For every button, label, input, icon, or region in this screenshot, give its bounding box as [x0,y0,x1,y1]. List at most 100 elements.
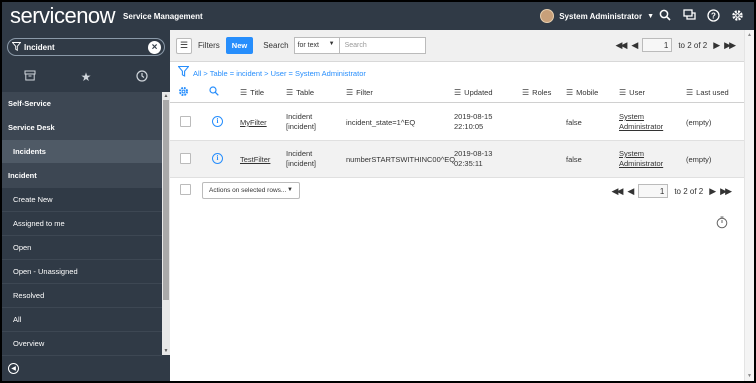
content-scrollbar[interactable]: ▲ ▼ [744,30,754,381]
last-used-cell: (empty) [686,155,712,164]
svg-text:?: ? [711,11,716,20]
application-navigator: × ★ Self-ServiceService DeskIncidentsInc… [2,30,170,381]
previous-page-icon[interactable]: ◀ [627,186,634,197]
help-icon[interactable]: ? [706,8,720,22]
updated-cell: 2019-08-15 22:10:05 [454,112,493,131]
all-apps-tab-icon[interactable] [24,70,36,84]
column-menu-icon[interactable]: ☰ [686,88,693,97]
gear-icon[interactable] [730,8,744,22]
column-header-updated[interactable]: ☰ Updated [454,88,493,97]
connect-chat-icon[interactable] [682,8,696,22]
scroll-up-icon[interactable]: ▲ [162,92,170,100]
navigator-filter: × [7,38,165,56]
top-header: servicenow Service Management System Adm… [2,2,754,30]
column-menu-icon[interactable]: ☰ [522,88,529,97]
scroll-down-icon[interactable]: ▼ [747,373,752,379]
servicenow-logo[interactable]: servicenow [10,5,116,27]
clear-filter-icon[interactable]: × [148,41,161,54]
filter-icon [11,41,24,53]
column-header-table[interactable]: ☰ Table [286,88,314,97]
history-tab-icon[interactable] [136,69,148,85]
servicenow-window: servicenow Service Management System Adm… [2,2,754,381]
column-menu-icon[interactable]: ☰ [454,88,461,97]
nav-item-incident[interactable]: Incident [2,164,162,188]
title-link[interactable]: TestFilter [240,155,270,165]
list-toolbar: ☰ Filters New Search for text ▼ Search ◀… [170,30,744,62]
user-menu[interactable]: System Administrator ▼ [540,9,654,23]
column-menu-icon[interactable]: ☰ [619,88,626,97]
table-row[interactable]: i TestFilter Incident [incident] numberSTART… [170,141,744,178]
navigator-scrollbar[interactable]: ▲ ▼ [162,92,170,355]
nav-item-open-unassigned[interactable]: Open - Unassigned [2,260,162,284]
list-menu-icon[interactable]: ☰ [176,37,192,54]
chevron-down-icon: ▼ [328,41,335,47]
next-page-icon[interactable]: ▶ [713,40,720,51]
list-content: ☰ Filters New Search for text ▼ Search ◀… [170,30,754,381]
mobile-cell: false [566,118,582,127]
search-input[interactable]: Search [339,37,426,54]
row-checkbox[interactable] [180,153,191,164]
navigator-list: Self-Service Service Desk Incidents Inciden… [2,92,162,356]
funnel-icon[interactable] [177,65,190,80]
breadcrumb-text[interactable]: All > Table = incident > User = System A… [193,69,366,78]
search-icon[interactable] [658,8,672,22]
new-button[interactable]: New [225,37,254,54]
column-header-filter[interactable]: ☰ Filter [346,88,373,97]
nav-item-self-service[interactable]: Self-Service [2,92,162,116]
page-input[interactable]: 1 [638,184,669,198]
nav-item-incidents[interactable]: Incidents [2,140,162,164]
top-pager: ◀◀ ◀ 1 to 2 of 2 ▶ ▶▶ [616,38,736,52]
column-menu-icon[interactable]: ☰ [566,88,573,97]
collapse-navigator-icon[interactable]: ◀ [8,363,19,374]
updated-cell: 2019-08-13 02:35:11 [454,149,493,168]
nav-item-service-desk[interactable]: Service Desk [2,116,162,140]
title-link[interactable]: MyFilter [240,118,267,128]
next-page-icon[interactable]: ▶ [709,186,716,197]
nav-item-create-new[interactable]: Create New [2,188,162,212]
column-menu-icon[interactable]: ☰ [286,88,293,97]
nav-item-open[interactable]: Open [2,236,162,260]
column-header-last-used[interactable]: ☰ Last used [686,88,729,97]
info-icon[interactable]: i [212,116,223,127]
nav-item-all[interactable]: All [2,308,162,332]
row-checkbox[interactable] [180,116,191,127]
last-page-icon[interactable]: ▶▶ [724,40,736,51]
filters-label[interactable]: Filters [198,41,220,50]
mobile-cell: false [566,155,582,164]
favorites-tab-icon[interactable]: ★ [81,70,92,84]
nav-item-overview[interactable]: Overview [2,332,162,356]
column-header-title[interactable]: ☰ Title [240,88,264,97]
search-field-select[interactable]: for text ▼ [293,37,340,54]
navigator-filter-input[interactable] [24,42,144,52]
personalize-list-gear-icon[interactable] [178,86,189,97]
scrollbar-thumb[interactable] [163,100,169,300]
first-page-icon[interactable]: ◀◀ [616,40,628,51]
first-page-icon[interactable]: ◀◀ [612,186,624,197]
column-header-mobile[interactable]: ☰ Mobile [566,88,598,97]
actions-select[interactable]: Actions on selected rows... ▼ [202,182,300,199]
filter-cell: numberSTARTSWITHINC00^EQ [346,155,456,164]
select-all-checkbox[interactable] [180,184,191,195]
nav-item-assigned-to-me[interactable]: Assigned to me [2,212,162,236]
avatar [540,9,555,23]
list-footer: Actions on selected rows... ▼ ◀◀ ◀ 1 to … [170,178,744,204]
table-row[interactable]: i MyFilter Incident [incident] incident_stat… [170,104,744,141]
nav-item-resolved[interactable]: Resolved [2,284,162,308]
user-link[interactable]: System Administrator [619,149,663,169]
column-menu-icon[interactable]: ☰ [346,88,353,97]
page-count: to 2 of 2 [674,186,704,196]
stopwatch-icon[interactable] [716,216,728,232]
previous-page-icon[interactable]: ◀ [631,40,638,51]
scroll-up-icon[interactable]: ▲ [747,32,752,38]
column-header-user[interactable]: ☰ User [619,88,645,97]
page-input[interactable]: 1 [642,38,673,52]
info-icon[interactable]: i [212,153,223,164]
column-search-icon[interactable] [209,86,219,96]
filter-cell: incident_state=1^EQ [346,118,416,127]
scroll-down-icon[interactable]: ▼ [162,347,170,355]
last-page-icon[interactable]: ▶▶ [720,186,732,197]
column-menu-icon[interactable]: ☰ [240,88,247,97]
user-link[interactable]: System Administrator [619,112,663,132]
column-header-roles[interactable]: ☰ Roles [522,88,551,97]
table-cell: Incident [incident] [286,149,317,168]
